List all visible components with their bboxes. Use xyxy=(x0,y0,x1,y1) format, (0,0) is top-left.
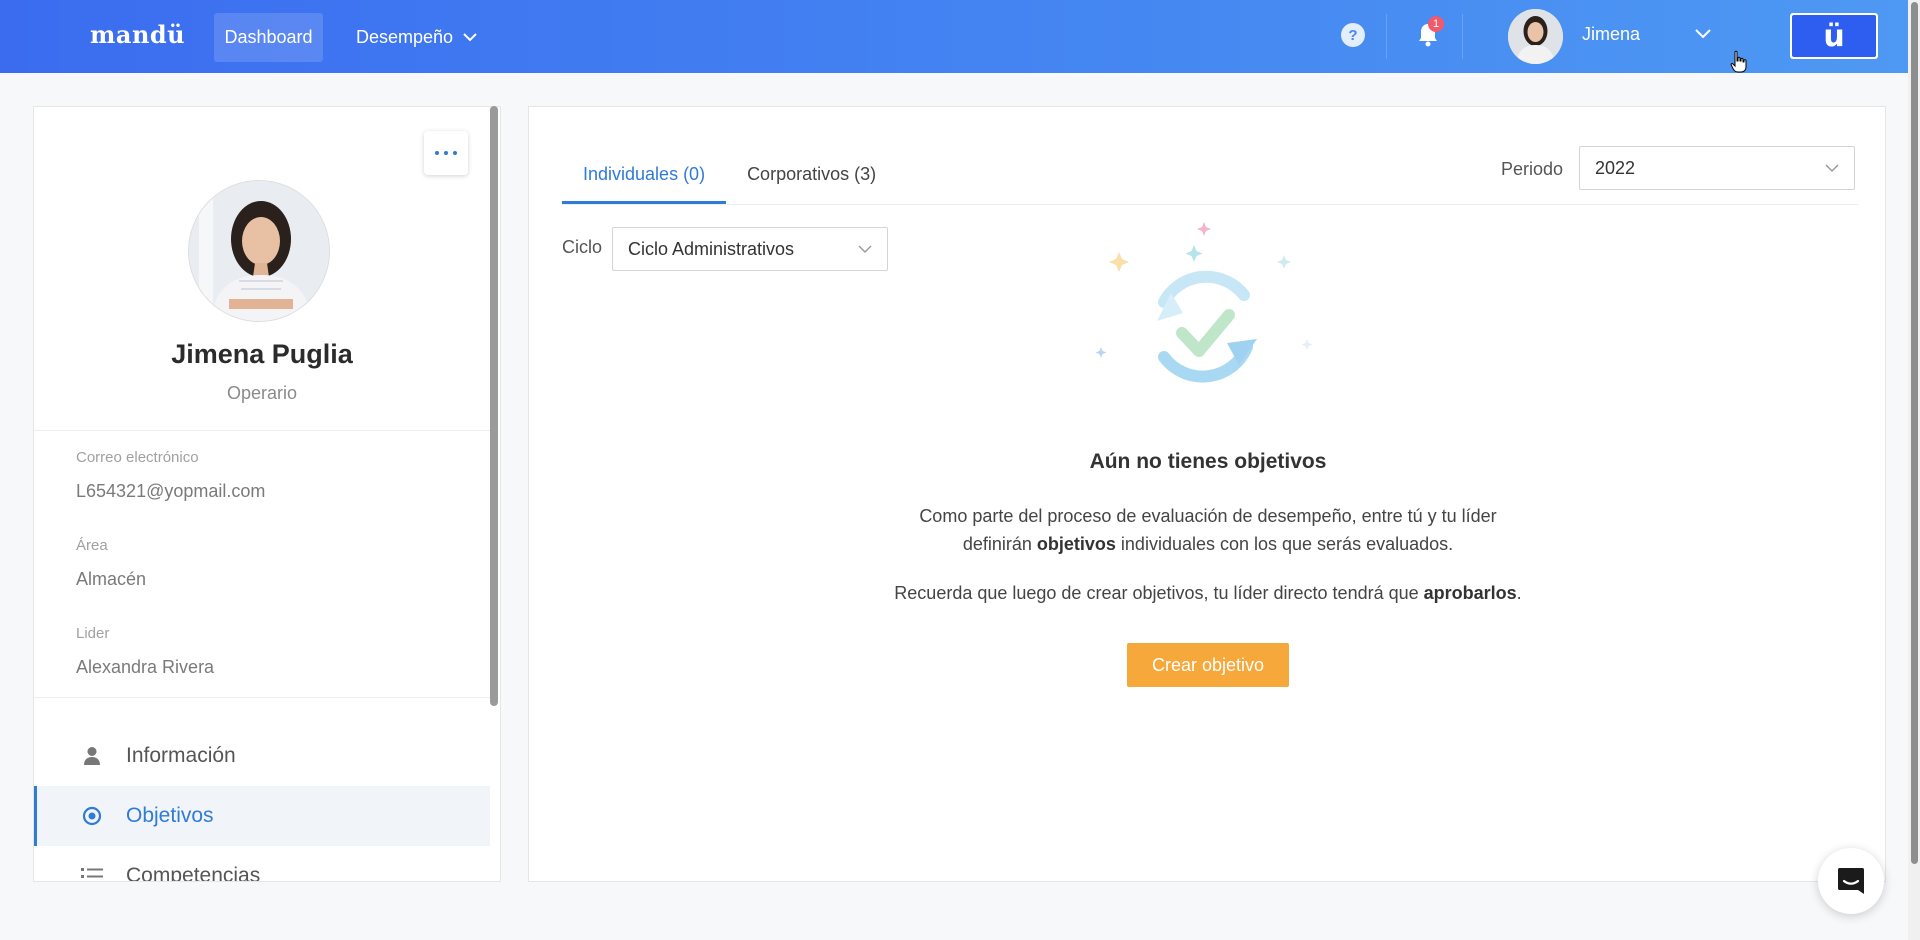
text-segment: definirán xyxy=(962,534,1037,554)
separator xyxy=(1462,14,1463,59)
area-label: Área xyxy=(76,537,108,554)
period-label: Periodo xyxy=(1501,159,1564,179)
menu-item-competencias[interactable]: Competencias xyxy=(34,846,490,882)
text-segment: . xyxy=(1516,583,1522,603)
profile-name: Jimena Puglia xyxy=(171,339,353,369)
divider xyxy=(34,430,490,431)
cycle-value: Ciclo Administrativos xyxy=(628,238,795,259)
chat-icon xyxy=(1838,868,1864,894)
empty-state-text-3: Recuerda que luego de crear objetivos, t… xyxy=(529,579,1887,607)
menu-item-label: Competencias xyxy=(126,864,261,882)
text-emphasis: objetivos xyxy=(1036,534,1116,554)
profile-role: Operario xyxy=(226,383,298,403)
empty-state-text-1: Como parte del proceso de evaluación de … xyxy=(919,506,1497,526)
email-value: L654321@yopmail.com xyxy=(76,481,266,501)
dot-icon xyxy=(444,151,448,155)
notification-badge: 1 xyxy=(1428,16,1444,32)
top-navbar: mandü Dashboard Desempeño ? 1 Jimena ü xyxy=(0,0,1908,73)
empty-objectives-illustration-icon xyxy=(1095,222,1313,383)
create-objective-button[interactable]: Crear objetivo xyxy=(1127,643,1289,687)
objectives-tabs: Individuales (0) Corporativos (3) xyxy=(562,149,897,204)
cycle-select[interactable]: Ciclo Administrativos xyxy=(612,227,888,271)
scrollbar-thumb[interactable] xyxy=(490,106,498,706)
empty-state-title: Aún no tienes objetivos xyxy=(1089,450,1327,473)
brand-mark: ü xyxy=(1792,15,1876,57)
leader-value: Alexandra Rivera xyxy=(76,657,215,677)
tab-individuales[interactable]: Individuales (0) xyxy=(562,149,727,204)
brand-button[interactable]: ü xyxy=(1790,13,1878,59)
chevron-down-icon[interactable] xyxy=(1695,29,1711,39)
nav-desempeno-label: Desempeño xyxy=(356,27,454,47)
tabs-divider xyxy=(562,204,1858,205)
chevron-down-icon xyxy=(463,33,477,42)
more-options-button[interactable] xyxy=(424,131,468,175)
chevron-down-icon xyxy=(1825,164,1839,172)
nav-desempeno[interactable]: Desempeño xyxy=(356,13,477,62)
chevron-down-icon xyxy=(858,245,872,253)
nav-dashboard[interactable]: Dashboard xyxy=(214,13,323,62)
separator xyxy=(1386,14,1387,59)
chat-launcher-button[interactable] xyxy=(1818,848,1884,914)
period-select[interactable]: 2022 xyxy=(1579,146,1855,190)
email-label: Correo electrónico xyxy=(76,449,199,466)
dot-icon xyxy=(453,151,457,155)
menu-item-label: Información xyxy=(126,744,236,767)
list-icon xyxy=(80,864,104,881)
text-emphasis: aprobarlos xyxy=(1423,583,1517,603)
avatar[interactable] xyxy=(1508,9,1563,64)
tab-corporativos[interactable]: Corporativos (3) xyxy=(726,149,897,204)
text-segment: Recuerda que luego de crear objetivos, t… xyxy=(894,583,1424,603)
profile-card: Jimena Puglia Operario Correo electrónic… xyxy=(33,106,501,882)
cursor-hand-icon xyxy=(1730,50,1747,73)
cycle-label: Ciclo xyxy=(562,237,603,257)
help-icon[interactable]: ? xyxy=(1341,23,1365,47)
scrollbar-thumb[interactable] xyxy=(1911,2,1918,864)
menu-item-objetivos[interactable]: Objetivos xyxy=(34,786,490,846)
app-logo[interactable]: mandü xyxy=(90,20,185,49)
page-scrollbar[interactable] xyxy=(1908,0,1920,940)
objectives-panel: Individuales (0) Corporativos (3) Period… xyxy=(528,106,1886,882)
sidebar-scrollbar[interactable] xyxy=(490,106,500,706)
divider xyxy=(34,697,490,698)
leader-label: Lider xyxy=(76,625,110,642)
period-value: 2022 xyxy=(1595,157,1636,178)
area-value: Almacén xyxy=(76,569,147,589)
menu-item-informacion[interactable]: Información xyxy=(34,726,490,786)
profile-avatar xyxy=(189,181,329,321)
target-icon xyxy=(80,804,104,828)
user-name[interactable]: Jimena xyxy=(1582,24,1640,45)
user-icon xyxy=(80,744,104,768)
dot-icon xyxy=(435,151,439,155)
menu-item-label: Objetivos xyxy=(126,804,214,827)
empty-state-text-2: definirán objetivos individuales con los… xyxy=(529,530,1887,558)
text-segment: individuales con los que serás evaluados… xyxy=(1115,534,1454,554)
